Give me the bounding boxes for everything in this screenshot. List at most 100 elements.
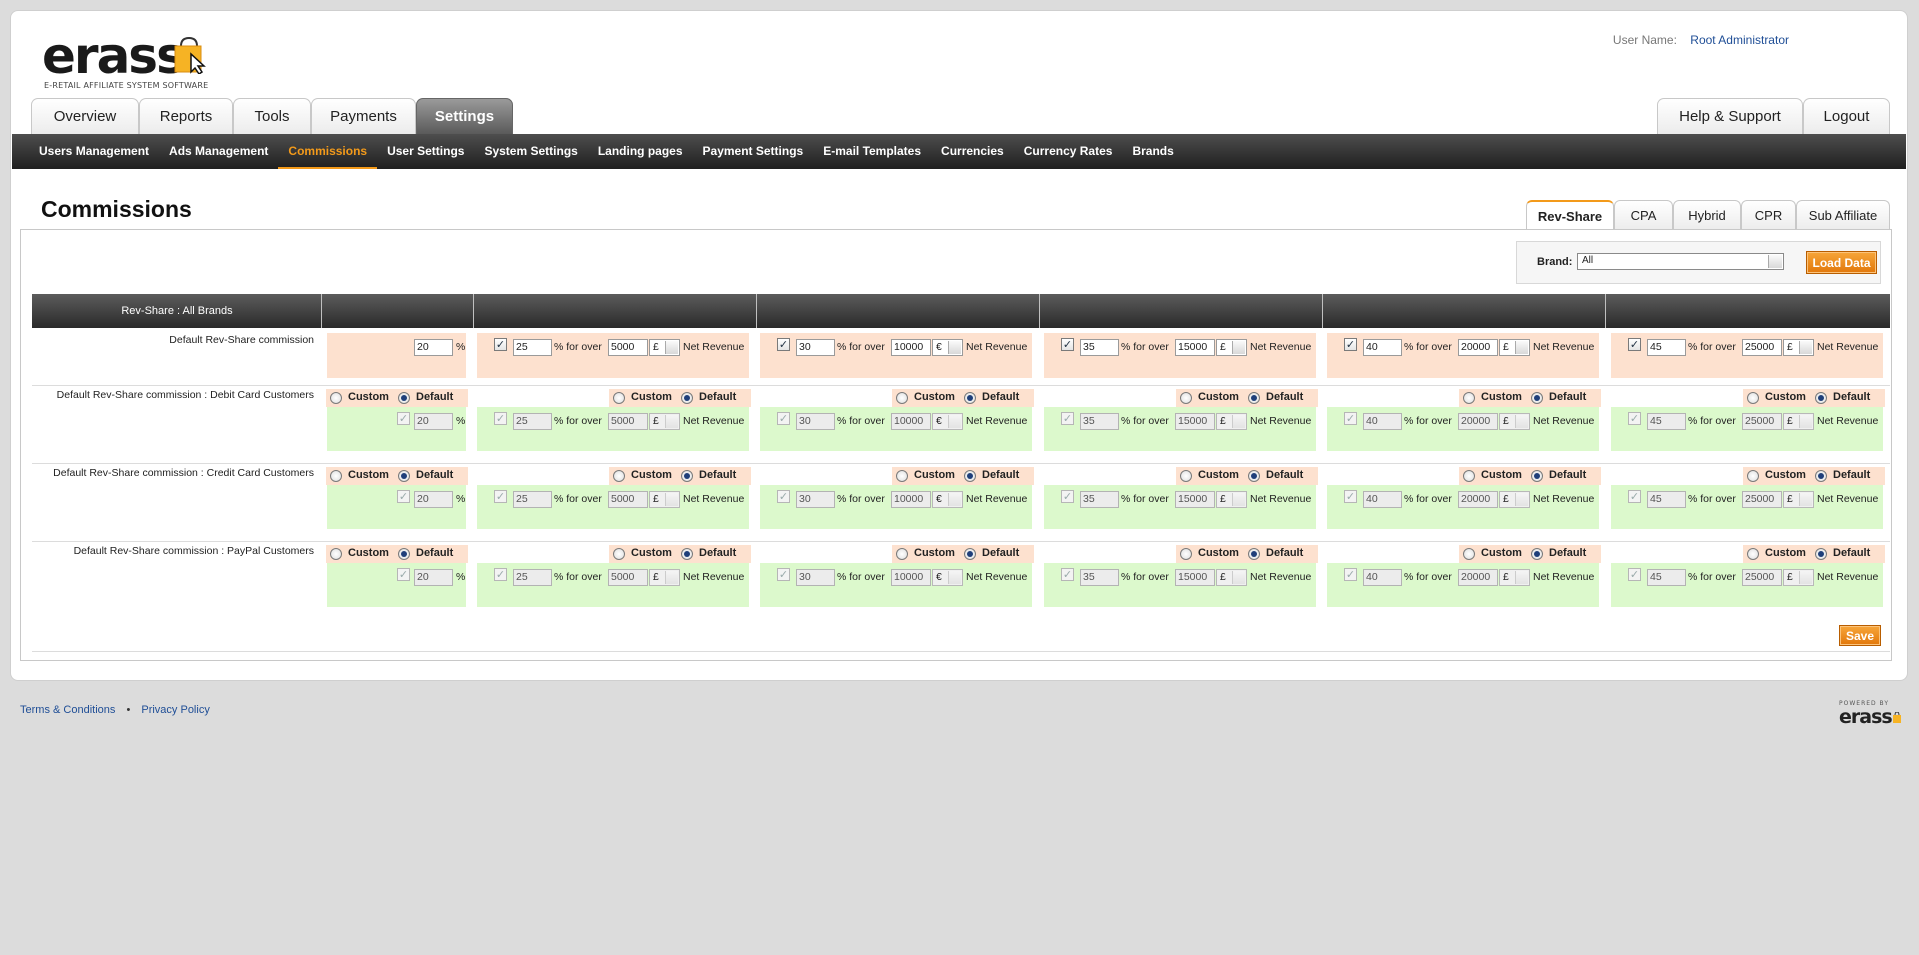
percent-input[interactable]: 40 bbox=[1363, 339, 1402, 356]
enable-checkbox[interactable]: ✓ bbox=[1628, 412, 1641, 425]
save-button[interactable]: Save bbox=[1839, 625, 1881, 646]
tab-help-support[interactable]: Help & Support bbox=[1657, 98, 1803, 134]
threshold-input[interactable]: 5000 bbox=[608, 569, 648, 586]
currency-select[interactable]: £ bbox=[1783, 413, 1814, 430]
threshold-input[interactable]: 5000 bbox=[608, 491, 648, 508]
currency-select[interactable]: € bbox=[932, 339, 963, 356]
custom-radio[interactable] bbox=[1180, 392, 1192, 404]
tab-overview[interactable]: Overview bbox=[31, 98, 139, 134]
default-radio[interactable] bbox=[681, 470, 693, 482]
currency-select[interactable]: £ bbox=[1783, 339, 1814, 356]
currency-select[interactable]: £ bbox=[1499, 491, 1530, 508]
custom-radio[interactable] bbox=[896, 470, 908, 482]
enable-checkbox[interactable]: ✓ bbox=[1628, 338, 1641, 351]
load-data-button[interactable]: Load Data bbox=[1806, 251, 1877, 274]
user-name-link[interactable]: Root Administrator bbox=[1690, 33, 1789, 47]
custom-radio[interactable] bbox=[613, 470, 625, 482]
enable-checkbox[interactable]: ✓ bbox=[1344, 338, 1357, 351]
enable-checkbox[interactable]: ✓ bbox=[397, 412, 410, 425]
threshold-input[interactable]: 20000 bbox=[1458, 339, 1498, 356]
percent-input[interactable]: 40 bbox=[1363, 491, 1402, 508]
threshold-input[interactable]: 15000 bbox=[1175, 413, 1215, 430]
percent-input[interactable]: 30 bbox=[796, 413, 835, 430]
default-radio[interactable] bbox=[681, 392, 693, 404]
custom-radio[interactable] bbox=[1180, 548, 1192, 560]
currency-select[interactable]: £ bbox=[649, 569, 680, 586]
percent-input[interactable]: 25 bbox=[513, 569, 552, 586]
percent-input[interactable]: 30 bbox=[796, 491, 835, 508]
tab-cpr[interactable]: CPR bbox=[1741, 200, 1796, 229]
custom-radio[interactable] bbox=[896, 548, 908, 560]
threshold-input[interactable]: 25000 bbox=[1742, 413, 1782, 430]
percent-input[interactable]: 20 bbox=[414, 569, 453, 586]
threshold-input[interactable]: 10000 bbox=[891, 569, 931, 586]
percent-input[interactable]: 45 bbox=[1647, 413, 1686, 430]
default-radio[interactable] bbox=[1248, 470, 1260, 482]
percent-input[interactable]: 20 bbox=[414, 339, 453, 356]
enable-checkbox[interactable]: ✓ bbox=[777, 490, 790, 503]
custom-radio[interactable] bbox=[330, 548, 342, 560]
percent-input[interactable]: 45 bbox=[1647, 339, 1686, 356]
custom-radio[interactable] bbox=[896, 392, 908, 404]
default-radio[interactable] bbox=[398, 548, 410, 560]
percent-input[interactable]: 20 bbox=[414, 491, 453, 508]
enable-checkbox[interactable]: ✓ bbox=[1344, 490, 1357, 503]
threshold-input[interactable]: 10000 bbox=[891, 491, 931, 508]
default-radio[interactable] bbox=[964, 470, 976, 482]
currency-select[interactable]: £ bbox=[1499, 569, 1530, 586]
threshold-input[interactable]: 20000 bbox=[1458, 413, 1498, 430]
default-radio[interactable] bbox=[964, 392, 976, 404]
currency-select[interactable]: £ bbox=[1783, 491, 1814, 508]
default-radio[interactable] bbox=[398, 392, 410, 404]
default-radio[interactable] bbox=[1531, 392, 1543, 404]
threshold-input[interactable]: 10000 bbox=[891, 413, 931, 430]
threshold-input[interactable]: 5000 bbox=[608, 339, 648, 356]
enable-checkbox[interactable]: ✓ bbox=[1628, 568, 1641, 581]
subnav-email-templates[interactable]: E-mail Templates bbox=[813, 134, 931, 169]
currency-select[interactable]: £ bbox=[649, 491, 680, 508]
default-radio[interactable] bbox=[1531, 470, 1543, 482]
enable-checkbox[interactable]: ✓ bbox=[1061, 412, 1074, 425]
threshold-input[interactable]: 25000 bbox=[1742, 339, 1782, 356]
tab-sub-affiliate[interactable]: Sub Affiliate bbox=[1796, 200, 1890, 229]
threshold-input[interactable]: 5000 bbox=[608, 413, 648, 430]
currency-select[interactable]: £ bbox=[1216, 491, 1247, 508]
custom-radio[interactable] bbox=[1747, 548, 1759, 560]
percent-input[interactable]: 20 bbox=[414, 413, 453, 430]
tab-tools[interactable]: Tools bbox=[233, 98, 311, 134]
threshold-input[interactable]: 20000 bbox=[1458, 491, 1498, 508]
percent-input[interactable]: 40 bbox=[1363, 569, 1402, 586]
default-radio[interactable] bbox=[1815, 470, 1827, 482]
enable-checkbox[interactable]: ✓ bbox=[494, 490, 507, 503]
enable-checkbox[interactable]: ✓ bbox=[1344, 412, 1357, 425]
default-radio[interactable] bbox=[1815, 548, 1827, 560]
enable-checkbox[interactable]: ✓ bbox=[494, 338, 507, 351]
subnav-payment-settings[interactable]: Payment Settings bbox=[693, 134, 814, 169]
percent-input[interactable]: 30 bbox=[796, 569, 835, 586]
percent-input[interactable]: 35 bbox=[1080, 569, 1119, 586]
default-radio[interactable] bbox=[398, 470, 410, 482]
enable-checkbox[interactable]: ✓ bbox=[1344, 568, 1357, 581]
percent-input[interactable]: 30 bbox=[796, 339, 835, 356]
custom-radio[interactable] bbox=[613, 548, 625, 560]
threshold-input[interactable]: 25000 bbox=[1742, 491, 1782, 508]
default-radio[interactable] bbox=[1248, 548, 1260, 560]
subnav-currency-rates[interactable]: Currency Rates bbox=[1014, 134, 1123, 169]
currency-select[interactable]: £ bbox=[1499, 339, 1530, 356]
tab-logout[interactable]: Logout bbox=[1803, 98, 1890, 134]
tab-settings[interactable]: Settings bbox=[416, 98, 513, 134]
custom-radio[interactable] bbox=[1463, 470, 1475, 482]
tab-rev-share[interactable]: Rev-Share bbox=[1526, 200, 1614, 230]
percent-input[interactable]: 45 bbox=[1647, 569, 1686, 586]
currency-select[interactable]: £ bbox=[649, 339, 680, 356]
percent-input[interactable]: 35 bbox=[1080, 339, 1119, 356]
enable-checkbox[interactable]: ✓ bbox=[1061, 338, 1074, 351]
tab-hybrid[interactable]: Hybrid bbox=[1673, 200, 1741, 229]
enable-checkbox[interactable]: ✓ bbox=[397, 490, 410, 503]
default-radio[interactable] bbox=[681, 548, 693, 560]
percent-input[interactable]: 35 bbox=[1080, 491, 1119, 508]
custom-radio[interactable] bbox=[1463, 392, 1475, 404]
terms-link[interactable]: Terms & Conditions bbox=[20, 704, 115, 716]
currency-select[interactable]: £ bbox=[1216, 339, 1247, 356]
enable-checkbox[interactable]: ✓ bbox=[494, 568, 507, 581]
